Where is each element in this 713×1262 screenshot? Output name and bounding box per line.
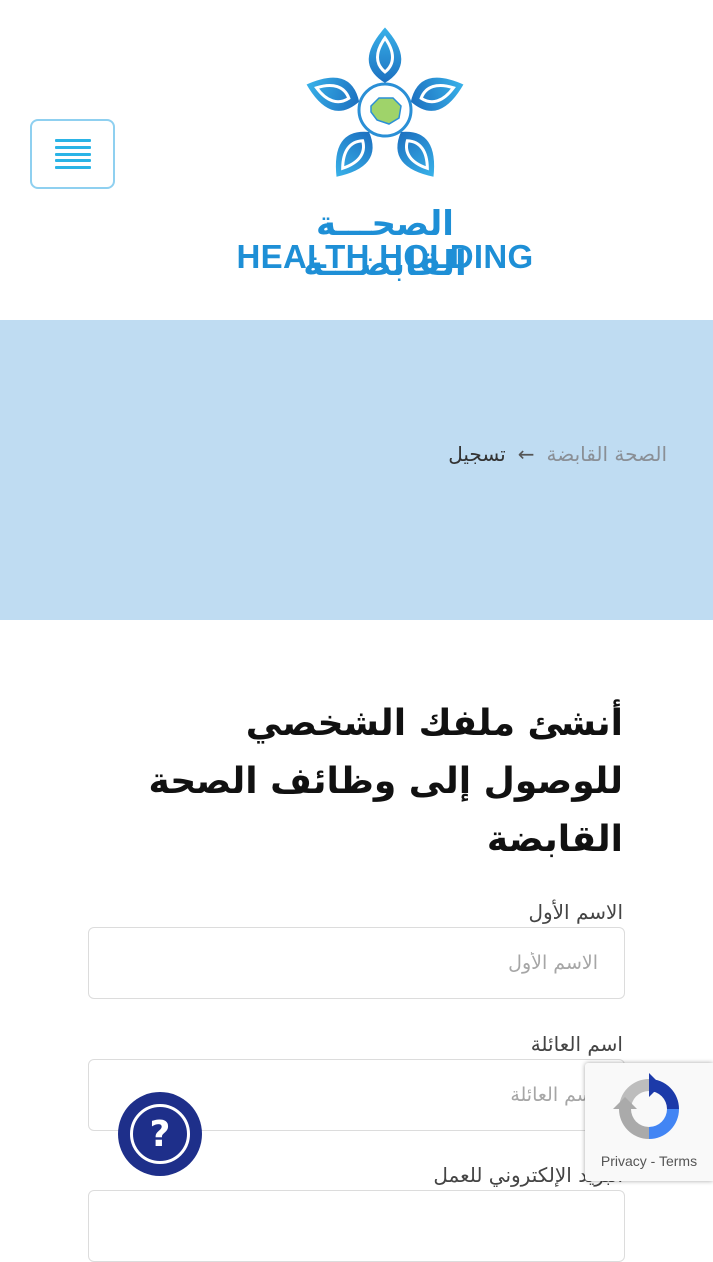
recaptcha-privacy-link[interactable]: Privacy xyxy=(601,1153,647,1169)
recaptcha-badge[interactable]: Privacy - Terms xyxy=(585,1063,713,1181)
recaptcha-separator: - xyxy=(650,1153,656,1169)
star-emblem-icon xyxy=(303,24,467,180)
question-mark-icon: ? xyxy=(130,1104,190,1164)
hamburger-menu-icon xyxy=(54,139,91,169)
first-name-input[interactable] xyxy=(88,927,625,999)
logo-english-name: HEALTH HOLDING xyxy=(236,238,534,275)
breadcrumb-current: تسجيل xyxy=(448,442,506,466)
menu-button[interactable] xyxy=(30,119,115,189)
page-title: أنشئ ملفك الشخصي للوصول إلى وظائف الصحة … xyxy=(148,703,623,860)
last-name-label: اسم العائلة xyxy=(530,1032,623,1056)
breadcrumb-home-link[interactable]: الصحة القابضة xyxy=(547,442,667,466)
breadcrumb: الصحة القابضة ← تسجيل xyxy=(448,442,667,466)
recaptcha-logo-icon xyxy=(613,1073,679,1139)
site-header: الصحـــة القابضـــة HEALTH HOLDING xyxy=(0,0,713,320)
health-holding-logo[interactable]: الصحـــة القابضـــة HEALTH HOLDING xyxy=(230,22,540,287)
first-name-label: الاسم الأول xyxy=(528,900,623,924)
page-banner: الصحة القابضة ← تسجيل xyxy=(0,320,713,620)
arrow-left-icon: ← xyxy=(517,442,535,466)
work-email-input[interactable] xyxy=(88,1190,625,1262)
recaptcha-terms-link[interactable]: Terms xyxy=(659,1153,697,1169)
help-button[interactable]: ? xyxy=(118,1092,202,1176)
recaptcha-links: Privacy - Terms xyxy=(585,1153,713,1169)
